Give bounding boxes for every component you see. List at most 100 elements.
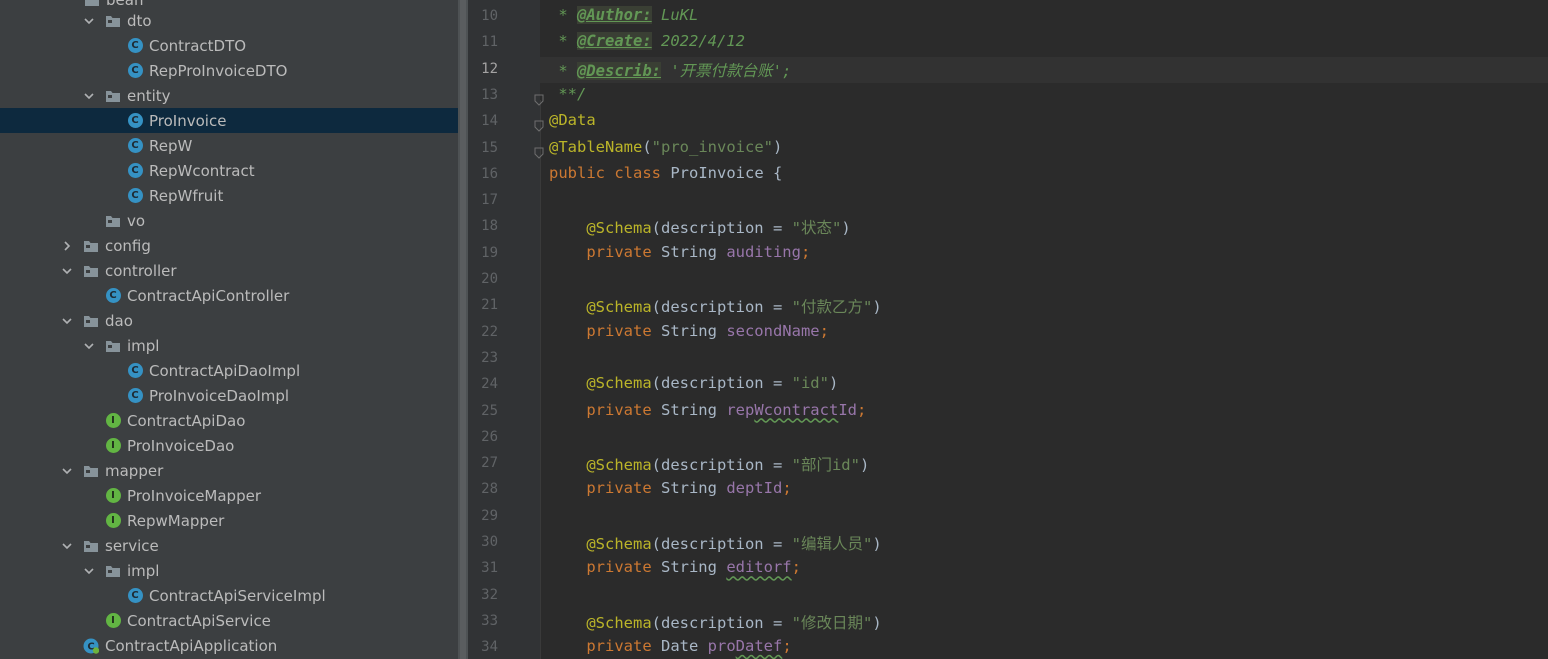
tree-item-repwcontract[interactable]: C RepWcontract xyxy=(0,158,458,183)
code-token: @TableName xyxy=(549,137,643,156)
folder-icon xyxy=(83,238,99,254)
code-token: ) xyxy=(828,374,839,393)
line-number: 17 xyxy=(481,192,498,209)
tree-item-dao[interactable]: dao xyxy=(0,308,458,333)
tree-item-entity[interactable]: entity xyxy=(0,83,458,108)
code-line[interactable]: public class ProInvoice { xyxy=(549,164,782,182)
tree-item-service[interactable]: service xyxy=(0,533,458,558)
code-token: ; xyxy=(856,400,867,419)
code-token: String xyxy=(660,400,727,419)
tree-item-dto[interactable]: dto xyxy=(0,8,458,33)
code-line[interactable]: private String auditing; xyxy=(549,243,810,261)
tree-scrollbar[interactable] xyxy=(460,0,466,659)
code-token: Datef xyxy=(735,637,783,656)
chevron-down-icon[interactable] xyxy=(83,565,95,577)
tree-item-proinvoicedaoimpl[interactable]: C ProInvoiceDaoImpl xyxy=(0,383,458,408)
tree-label: ContractApiService xyxy=(127,611,271,630)
chevron-down-icon[interactable] xyxy=(83,90,95,102)
tree-item-impl[interactable]: impl xyxy=(0,558,458,583)
chevron-down-icon[interactable] xyxy=(83,15,95,27)
code-token: @Author: xyxy=(577,6,652,24)
folder-icon xyxy=(83,263,99,279)
tree-item-contractapiapplication[interactable]: C ContractApiApplication xyxy=(0,633,458,658)
tree-item-vo[interactable]: vo xyxy=(0,208,458,233)
code-token: private xyxy=(586,321,661,340)
tree-item-proinvoicemapper[interactable]: I ProInvoiceMapper xyxy=(0,483,458,508)
empty-arrow-slot[interactable] xyxy=(83,215,95,227)
tree-item-contractapidao[interactable]: I ContractApiDao xyxy=(0,408,458,433)
fold-marker-icon[interactable] xyxy=(534,117,544,132)
code-line[interactable]: @TableName("pro_invoice") xyxy=(549,138,782,156)
tree-item-contractapicontroller[interactable]: C ContractApiController xyxy=(0,283,458,308)
code-token: @Describ: xyxy=(577,61,661,80)
code-line[interactable]: * @Author: LuKL xyxy=(549,6,698,24)
fold-marker-icon[interactable] xyxy=(534,91,544,106)
tree-item-repwmapper[interactable]: I RepwMapper xyxy=(0,508,458,533)
line-number: 22 xyxy=(481,323,498,340)
code-line[interactable]: @Schema(description = "编辑人员") xyxy=(549,532,881,554)
code-line[interactable]: private String repWcontractId; xyxy=(549,401,866,419)
code-token: @Schema xyxy=(586,219,652,238)
code-token: @Create: xyxy=(577,32,652,51)
line-number: 33 xyxy=(481,612,498,629)
code-line[interactable]: * @Create: 2022/4/12 xyxy=(549,32,745,51)
chevron-down-icon[interactable] xyxy=(61,465,73,477)
code-line[interactable]: @Schema(description = "修改日期") xyxy=(549,611,881,633)
code-line[interactable]: @Schema(description = "id") xyxy=(549,374,838,392)
code-token: "状态" xyxy=(791,219,842,238)
code-line[interactable]: * @Describ: '开票付款台账'; xyxy=(549,59,791,81)
code-token: ) xyxy=(859,456,870,475)
tree-item-repw[interactable]: C RepW xyxy=(0,133,458,158)
spring-boot-class-icon: C xyxy=(83,638,99,654)
code-line[interactable]: **/ xyxy=(549,85,586,103)
code-token: ) xyxy=(872,298,882,317)
line-number: 13 xyxy=(481,86,498,103)
code-line[interactable]: @Schema(description = "部门id") xyxy=(549,453,869,475)
tree-item-contractapiservice[interactable]: I ContractApiService xyxy=(0,608,458,633)
tree-item-repproinvoicedto[interactable]: C RepProInvoiceDTO xyxy=(0,58,458,83)
chevron-down-icon[interactable] xyxy=(61,315,73,327)
tree-item-proinvoice[interactable]: C ProInvoice xyxy=(0,108,458,133)
tree-item-impl[interactable]: impl xyxy=(0,333,458,358)
code-token: auditing xyxy=(726,242,801,261)
chevron-down-icon[interactable] xyxy=(83,340,95,352)
class-icon: C xyxy=(127,588,143,604)
code-line[interactable]: @Data xyxy=(549,111,596,129)
code-line[interactable]: private String deptId; xyxy=(549,479,791,497)
code-token: ProInvoice { xyxy=(670,163,783,182)
code-line[interactable]: private String secondName; xyxy=(549,322,829,340)
tree-label: impl xyxy=(127,561,160,580)
tree-item-controller[interactable]: controller xyxy=(0,258,458,283)
code-editor[interactable]: 10 11 12 13 14 15 16 17 18 19 20 21 22 23 24 25 26 27 28 29… xyxy=(468,0,1548,659)
fold-guide xyxy=(540,100,541,659)
code-token: ; xyxy=(800,242,811,261)
line-number: 23 xyxy=(481,349,498,366)
chevron-right-icon[interactable] xyxy=(61,240,73,252)
code-line[interactable]: @Schema(description = "状态") xyxy=(549,216,850,238)
code-token: (description = xyxy=(651,298,792,317)
tree-item-mapper[interactable]: mapper xyxy=(0,458,458,483)
tree-item-repwfruit[interactable]: C RepWfruit xyxy=(0,183,458,208)
code-line[interactable]: private Date proDatef; xyxy=(549,637,791,656)
tree-item-contractdto[interactable]: C ContractDTO xyxy=(0,33,458,58)
tree-item-contractapiserviceimpl[interactable]: C ContractApiServiceImpl xyxy=(0,583,458,608)
folder-icon xyxy=(105,338,121,354)
folder-icon xyxy=(105,563,121,579)
tree-item-contractapidaoimpl[interactable]: C ContractApiDaoImpl xyxy=(0,358,458,383)
fold-marker-icon[interactable] xyxy=(534,144,544,159)
code-line[interactable]: @Schema(description = "付款乙方") xyxy=(549,295,882,317)
code-token: LuKL xyxy=(651,6,699,24)
interface-icon: I xyxy=(105,488,121,504)
chevron-down-icon[interactable] xyxy=(61,540,73,552)
line-number-gutter: 10 11 12 13 14 15 16 17 18 19 20 21 22 23 24 25 26 27 28 29… xyxy=(468,0,540,659)
tree-item-config[interactable]: config xyxy=(0,233,458,258)
chevron-down-icon[interactable] xyxy=(61,265,73,277)
tree-item-proinvoicedao[interactable]: I ProInvoiceDao xyxy=(0,433,458,458)
code-token: @Schema xyxy=(586,613,652,632)
code-line[interactable]: private String editorf; xyxy=(549,558,801,576)
class-icon: C xyxy=(127,113,143,129)
code-token: private xyxy=(586,558,661,577)
